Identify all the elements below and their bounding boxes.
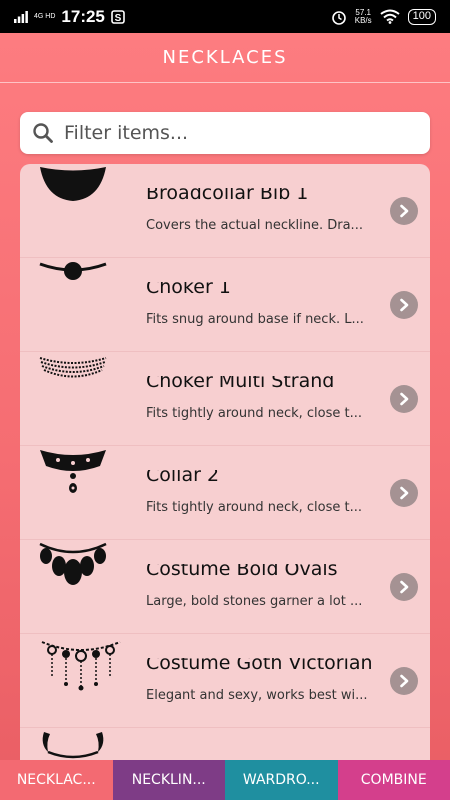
list-item[interactable]: Broadcollar Bib 1 Covers the actual neck… <box>20 164 430 258</box>
collar-necklace-icon <box>20 446 132 540</box>
battery-indicator: 100 <box>407 8 436 25</box>
status-bar: 4G HD 17:25 S 57.1 KB/s 100 <box>0 0 450 33</box>
page-title: NECKLACES <box>162 47 288 68</box>
network-type: 4G HD <box>34 13 56 20</box>
bib-necklace-icon <box>20 164 132 258</box>
network-speed: 57.1 KB/s <box>354 7 372 25</box>
bottom-tab-bar: NECKLAC... NECKLIN... WARDRO... COMBINE <box>0 760 450 800</box>
chevron-right-icon[interactable] <box>390 478 418 507</box>
item-title: Broadcollar Bib 1 <box>146 188 309 204</box>
item-title: Choker 1 <box>146 282 231 298</box>
search-icon <box>33 123 53 143</box>
list-item[interactable]: Costume Bold Ovals Large, bold stones ga… <box>20 540 430 634</box>
item-description: Covers the actual neckline. Dra... <box>146 218 363 233</box>
search-bar[interactable] <box>20 112 430 154</box>
app-screen: NECKLACES Broadcollar Bib 1 Covers the a… <box>0 33 450 800</box>
necklace-list: Broadcollar Bib 1 Covers the actual neck… <box>20 164 430 800</box>
item-description: Fits snug around base if neck. L... <box>146 312 364 327</box>
search-input[interactable] <box>64 122 404 144</box>
item-title: Costume Bold Ovals <box>146 564 338 580</box>
item-description: Elegant and sexy, works best wi... <box>146 688 368 703</box>
multi-strand-choker-icon <box>20 352 132 446</box>
tab-necklines[interactable]: NECKLIN... <box>112 760 225 800</box>
app-notification-icon: S <box>111 9 125 24</box>
item-description: Fits tightly around neck, close t... <box>146 406 363 421</box>
goth-victorian-necklace-icon <box>20 634 132 728</box>
list-item[interactable]: Costume Goth Victorian Elegant and sexy,… <box>20 634 430 728</box>
chevron-right-icon[interactable] <box>390 290 418 319</box>
tab-necklaces[interactable]: NECKLAC... <box>0 760 113 800</box>
list-item[interactable]: Choker 1 Fits snug around base if neck. … <box>20 258 430 352</box>
alarm-icon <box>331 10 346 25</box>
chevron-right-icon[interactable] <box>390 384 418 413</box>
wifi-icon <box>380 9 400 24</box>
list-item[interactable]: Collar 2 Fits tightly around neck, close… <box>20 446 430 540</box>
list-item[interactable]: Choker Multi Strand Fits tightly around … <box>20 352 430 446</box>
signal-icon <box>14 10 28 23</box>
item-description: Large, bold stones garner a lot ... <box>146 594 363 609</box>
tab-wardrobe[interactable]: WARDRO... <box>225 760 338 800</box>
item-title: Choker Multi Strand <box>146 376 335 392</box>
bold-ovals-necklace-icon <box>20 540 132 634</box>
choker-icon <box>20 258 132 352</box>
item-description: Fits tightly around neck, close t... <box>146 500 363 515</box>
svg-text:S: S <box>115 13 122 24</box>
page-header: NECKLACES <box>0 33 450 83</box>
tab-combine[interactable]: COMBINE <box>337 760 450 800</box>
chevron-right-icon[interactable] <box>390 572 418 601</box>
clock-time: 17:25 <box>61 6 105 26</box>
item-title: Costume Goth Victorian <box>146 658 373 674</box>
item-title: Collar 2 <box>146 470 220 486</box>
chevron-right-icon[interactable] <box>390 196 418 225</box>
chevron-right-icon[interactable] <box>390 666 418 695</box>
